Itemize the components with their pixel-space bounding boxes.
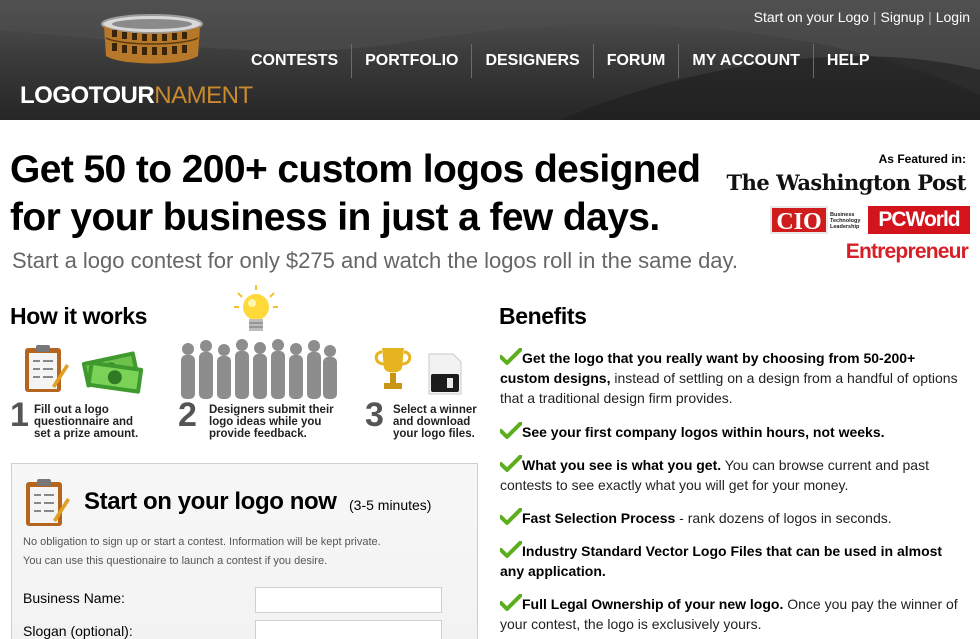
how-it-works-heading: How it works [10,303,148,329]
crowd-icon [181,339,337,399]
form-note-privacy: No obligation to sign up or start a cont… [23,536,381,548]
step-1-number: 1 [10,396,29,434]
nav-my-account[interactable]: MY ACCOUNT [679,44,814,78]
nav-portfolio[interactable]: PORTFOLIO [352,44,473,78]
featured-in-logos: As Featured in: The Washington Post CIO … [727,152,970,272]
hero-title-line1: Get 50 to 200+ custom logos designed [10,148,701,191]
form-note-launch: You can use this questionaire to launch … [23,555,328,567]
colosseum-logo-icon [101,14,203,64]
featured-label: As Featured in: [878,152,966,166]
start-logo-form-panel: Start on your logo now (3-5 minutes) No … [11,463,478,639]
checkmark-icon [500,422,522,439]
step-1: 1 Fill out a logo questionnaire and set a … [10,340,170,445]
clipboard-icon [25,345,69,392]
step-2: 2 Designers submit their logo ideas while… [176,285,346,445]
money-icon [81,351,144,394]
checkmark-icon [500,508,522,525]
step-2-number: 2 [178,396,197,434]
hero-title: Get 50 to 200+ custom logos designed for… [10,146,730,242]
entrepreneur-logo: Entrepreneur [845,240,969,263]
benefit-item: Full Legal Ownership of your new logo. O… [500,594,958,632]
step-3-text: Select a winner and download your logo fil… [393,404,477,440]
checkmark-icon [500,541,522,558]
step-2-text: Designers submit their logo ideas while y… [209,404,334,440]
start-logo-link[interactable]: Start on your Logo [754,9,869,25]
main-nav: CONTESTS PORTFOLIO DESIGNERS FORUM MY AC… [238,44,883,78]
nav-contests[interactable]: CONTESTS [238,44,353,78]
signup-link[interactable]: Signup [881,9,925,25]
nav-designers[interactable]: DESIGNERS [472,44,594,78]
lightbulb-icon [234,285,278,331]
step-1-text: Fill out a logo questionnaire and set a pr… [34,404,139,440]
washington-post-logo: The Washington Post [726,170,967,195]
form-time-estimate: (3-5 minutes) [349,497,432,513]
login-link[interactable]: Login [936,9,970,25]
hero-subtitle: Start a logo contest for only $275 and w… [12,248,739,273]
floppy-disk-icon [428,353,462,395]
site-header: LOGOTOURNAMENT Start on your Logo | Signup… [0,0,980,120]
benefit-item: See your first company logos within hour… [500,422,965,442]
nav-help[interactable]: HELP [814,44,883,78]
checkmark-icon [500,594,522,611]
form-title: Start on your logo now [84,488,337,515]
slogan-label: Slogan (optional): [23,623,133,639]
site-logo[interactable]: LOGOTOURNAMENT [10,10,253,109]
hero-title-line2: for your business in just a few days. [10,196,660,239]
cio-logo: CIO [770,206,828,235]
step-3-number: 3 [365,396,384,434]
benefit-item: Industry Standard Vector Logo Files that… [500,541,943,579]
checkmark-icon [500,455,522,472]
benefits-heading: Benefits [499,303,587,329]
clipboard-icon [26,479,70,526]
logo-wordmark: LOGOTOURNAMENT [20,82,253,109]
business-name-label: Business Name: [23,590,125,606]
pcworld-logo: PCWorld [868,206,970,234]
cio-tagline: Business Technology Leadership [830,212,861,230]
nav-forum[interactable]: FORUM [594,44,680,78]
benefit-item: Fast Selection Process - rank dozens of … [500,508,965,528]
benefit-item: What you see is what you get. You can br… [500,455,929,493]
slogan-input[interactable] [255,620,442,639]
business-name-input[interactable] [255,587,442,613]
checkmark-icon [500,348,522,365]
top-links: Start on your Logo | Signup | Login [753,9,970,25]
benefit-item: Get the logo that you really want by cho… [500,348,958,406]
step-3: 3 Select a winner and download your logo f… [363,340,483,445]
trophy-icon [374,348,412,389]
